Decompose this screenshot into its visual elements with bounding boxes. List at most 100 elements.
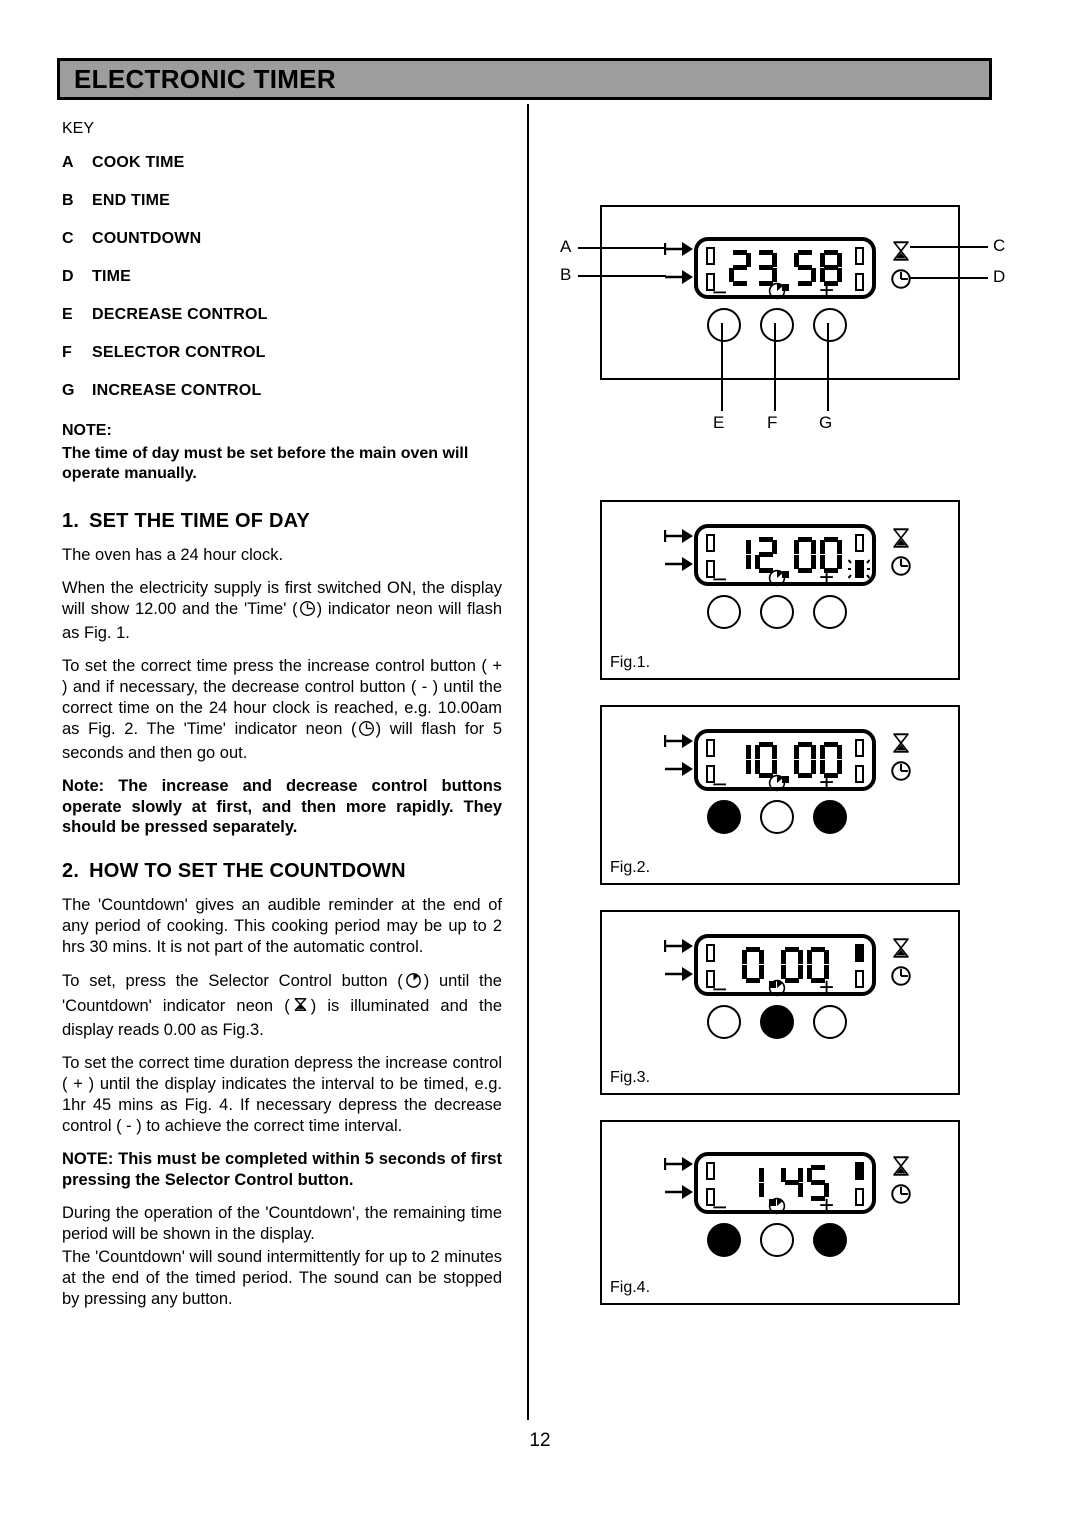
section-1-paragraph-3: To set the correct time press the increa… xyxy=(62,656,502,764)
increase-control-button[interactable] xyxy=(813,1223,847,1257)
selector-icon xyxy=(767,978,787,1003)
hourglass-icon xyxy=(890,239,912,268)
top-note-body: The time of day must be set before the m… xyxy=(62,445,469,482)
key-letter: F xyxy=(62,344,72,361)
decrease-control-button[interactable] xyxy=(707,308,741,342)
seven-segment-digit xyxy=(729,742,751,778)
figure-caption: Fig.2. xyxy=(610,859,651,876)
end-time-arrow-marker xyxy=(664,966,696,987)
key-label: SELECTOR CONTROL xyxy=(92,344,266,361)
end-time-arrow-marker xyxy=(664,269,696,290)
decrease-control-button[interactable] xyxy=(707,800,741,834)
seven-segment-digit xyxy=(729,537,751,573)
clock-icon xyxy=(890,267,912,296)
end-time-arrow-marker xyxy=(664,1184,696,1205)
decrease-control-button[interactable] xyxy=(707,595,741,629)
seven-segment-digit xyxy=(793,537,816,573)
section-1-number: 1. xyxy=(62,510,80,532)
decrease-control-button[interactable] xyxy=(707,1005,741,1039)
section-2-paragraph-1: The 'Countdown' gives an audible reminde… xyxy=(62,896,502,957)
hourglass-icon xyxy=(890,731,912,760)
increase-control-button[interactable] xyxy=(813,1005,847,1039)
paragraph-text: To set, press the Selector Control butto… xyxy=(62,972,403,991)
section-1-paragraph-1: The oven has a 24 hour clock. xyxy=(62,546,284,564)
seven-segment-digit xyxy=(793,742,816,778)
selector-icon xyxy=(767,281,787,306)
key-label: COOK TIME xyxy=(92,154,185,171)
document-page: ELECTRONIC TIMER KEY A COOK TIME B END T… xyxy=(0,0,1080,1528)
hourglass-icon xyxy=(890,526,912,555)
label-c: C xyxy=(993,236,1006,255)
section-2-note: NOTE: This must be completed within 5 se… xyxy=(62,1149,502,1189)
key-label: DECREASE CONTROL xyxy=(92,306,268,323)
selector-control-button[interactable] xyxy=(760,595,794,629)
hourglass-icon xyxy=(890,936,912,965)
clock-icon xyxy=(890,759,912,788)
key-item-a: A COOK TIME xyxy=(62,154,502,172)
selector-icon xyxy=(767,568,787,593)
section-2-paragraph-3: To set the correct time duration depress… xyxy=(62,1054,502,1136)
cook-time-arrow-marker xyxy=(663,938,696,959)
key-letter: D xyxy=(62,268,74,285)
figure-1: − + Fig.1. xyxy=(600,500,960,680)
selector-control-button[interactable] xyxy=(760,1223,794,1257)
end-time-arrow-marker xyxy=(664,761,696,782)
figure-caption: Fig.3. xyxy=(610,1069,651,1086)
label-a: A xyxy=(560,237,572,256)
key-label: INCREASE CONTROL xyxy=(92,382,262,399)
decrease-symbol: − xyxy=(712,277,728,307)
seven-segment-digit xyxy=(742,1165,764,1201)
key-list: A COOK TIME B END TIME C COUNTDOWN D TIM… xyxy=(62,154,502,400)
key-item-c: C COUNTDOWN xyxy=(62,230,502,248)
section-1-heading: 1. SET THE TIME OF DAY xyxy=(62,510,502,533)
page-number: 12 xyxy=(529,1430,551,1451)
section-1-title: SET THE TIME OF DAY xyxy=(89,510,310,532)
seven-segment-digit xyxy=(728,250,751,286)
leader-line-g xyxy=(827,323,829,411)
increase-control-button[interactable] xyxy=(813,800,847,834)
hourglass-icon xyxy=(291,995,310,1020)
increase-control-button[interactable] xyxy=(813,595,847,629)
leader-line-a xyxy=(578,247,666,249)
section-2-heading: 2. HOW TO SET THE COUNTDOWN xyxy=(62,860,502,883)
key-label: COUNTDOWN xyxy=(92,230,202,247)
section-2-paragraph-4: During the operation of the 'Countdown',… xyxy=(62,1203,502,1243)
clock-icon xyxy=(890,554,912,583)
key-letter: C xyxy=(62,230,74,247)
key-letter: B xyxy=(62,192,74,209)
clock-icon xyxy=(358,720,375,743)
selector-icon xyxy=(767,773,787,798)
decrease-control-button[interactable] xyxy=(707,1223,741,1257)
selector-icon xyxy=(767,1196,787,1221)
increase-control-button[interactable] xyxy=(813,308,847,342)
figure-4: − + Fig.4. xyxy=(600,1120,960,1305)
selector-control-button[interactable] xyxy=(760,800,794,834)
selector-control-button[interactable] xyxy=(760,1005,794,1039)
seven-segment-digit xyxy=(793,250,816,286)
section-2-number: 2. xyxy=(62,860,80,883)
selector-icon xyxy=(404,970,423,995)
label-e: E xyxy=(713,413,725,432)
cook-time-arrow-marker xyxy=(663,733,696,754)
hourglass-icon xyxy=(890,1154,912,1183)
clock-icon xyxy=(890,964,912,993)
clock-icon xyxy=(890,1182,912,1211)
increase-symbol: + xyxy=(819,767,835,797)
increase-symbol: + xyxy=(819,972,835,1002)
key-heading: KEY xyxy=(62,120,95,137)
leader-line-c xyxy=(910,246,988,248)
increase-symbol: + xyxy=(819,1190,835,1220)
section-1-paragraph-2: When the electricity supply is first swi… xyxy=(62,578,502,644)
label-g: G xyxy=(819,413,833,432)
leader-line-d xyxy=(910,277,988,279)
seven-segment-digit xyxy=(741,947,764,983)
leader-line-e xyxy=(721,323,723,411)
selector-control-button[interactable] xyxy=(760,308,794,342)
column-divider xyxy=(527,104,529,1420)
leader-line-f xyxy=(774,323,776,411)
figure-caption: Fig.1. xyxy=(610,654,651,671)
key-letter: G xyxy=(62,382,75,399)
timer-panel-diagram: − + xyxy=(600,205,960,380)
key-letter: E xyxy=(62,306,73,323)
decrease-symbol: − xyxy=(712,1192,728,1222)
